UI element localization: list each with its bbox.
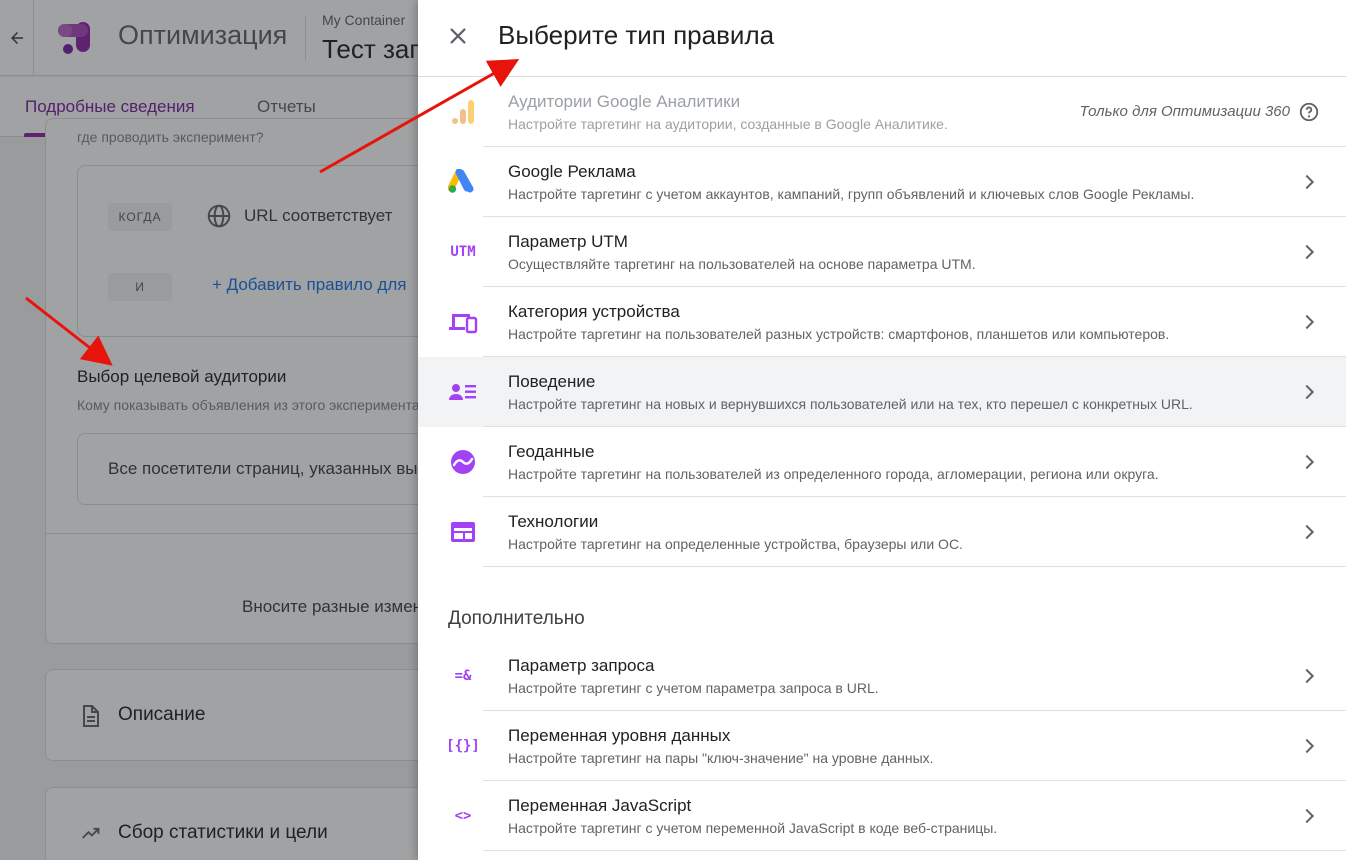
rule-option-geo[interactable]: Геоданные Настройте таргетинг на пользов…: [418, 427, 1346, 497]
rule-desc: Настройте таргетинг с учетом параметра з…: [508, 680, 879, 696]
close-button[interactable]: [442, 20, 474, 52]
chevron-right-icon: [1305, 384, 1315, 400]
rule-title: Поведение: [508, 372, 596, 391]
chevron-right-icon: [1305, 524, 1315, 540]
advanced-section-label: Дополнительно: [448, 608, 585, 629]
geo-icon: [446, 448, 480, 476]
rule-divider: [483, 566, 1346, 567]
chevron-right-icon: [1305, 454, 1315, 470]
rule-desc: Настройте таргетинг на пары "ключ-значен…: [508, 750, 934, 766]
drawer-title: Выберите тип правила: [498, 20, 775, 50]
rule-option-google-ads[interactable]: Google Реклама Настройте таргетинг с уче…: [418, 147, 1346, 217]
rule-type-drawer: Выберите тип правила Аудитории Google Ан…: [418, 0, 1346, 860]
chevron-right-icon: [1305, 244, 1315, 260]
rule-type-list: Аудитории Google Аналитики Настройте тар…: [418, 77, 1346, 567]
chevron-right-icon: [1305, 738, 1315, 754]
google-ads-icon: [446, 168, 480, 196]
behavior-icon: [446, 378, 480, 406]
rule-desc: Осуществляйте таргетинг на пользователей…: [508, 256, 976, 272]
rule-option-javascript[interactable]: <> Переменная JavaScript Настройте тарге…: [418, 781, 1346, 851]
query-param-icon: =&: [454, 668, 472, 684]
drawer-header: Выберите тип правила: [418, 0, 1346, 77]
rule-title: Параметр UTM: [508, 232, 628, 251]
rule-option-utm[interactable]: UTM Параметр UTM Осуществляйте таргетинг…: [418, 217, 1346, 287]
rule-title: Параметр запроса: [508, 656, 655, 675]
chevron-right-icon: [1305, 174, 1315, 190]
rule-title: Переменная JavaScript: [508, 796, 692, 815]
chevron-right-icon: [1305, 808, 1315, 824]
analytics-icon: [446, 98, 480, 126]
rule-title: Переменная уровня данных: [508, 726, 731, 745]
technology-icon: [446, 518, 480, 546]
rule-divider: [483, 850, 1346, 851]
rule-desc: Настройте таргетинг на пользователей из …: [508, 466, 1159, 482]
advanced-rule-list: =& Параметр запроса Настройте таргетинг …: [418, 641, 1346, 851]
help-icon[interactable]: [1298, 101, 1320, 123]
rule-desc: Настройте таргетинг на аудитории, создан…: [508, 116, 948, 132]
rule-desc: Настройте таргетинг на новых и вернувших…: [508, 396, 1193, 412]
rule-option-datalayer[interactable]: [{}] Переменная уровня данных Настройте …: [418, 711, 1346, 781]
rule-title: Аудитории Google Аналитики: [508, 92, 741, 111]
optimize-360-only-note: Только для Оптимизации 360: [1079, 103, 1290, 120]
rule-desc: Настройте таргетинг на пользователей раз…: [508, 326, 1170, 342]
rule-desc: Настройте таргетинг с учетом переменной …: [508, 820, 998, 836]
devices-icon: [446, 308, 480, 336]
rule-desc: Настройте таргетинг на определенные устр…: [508, 536, 963, 552]
chevron-right-icon: [1305, 314, 1315, 330]
rule-option-technology[interactable]: Технологии Настройте таргетинг на опреде…: [418, 497, 1346, 567]
rule-option-analytics-audiences: Аудитории Google Аналитики Настройте тар…: [418, 77, 1346, 147]
rule-option-behavior[interactable]: Поведение Настройте таргетинг на новых и…: [418, 357, 1346, 427]
javascript-icon: <>: [454, 808, 472, 824]
rule-title: Геоданные: [508, 442, 595, 461]
rule-title: Google Реклама: [508, 162, 636, 181]
rule-option-query-param[interactable]: =& Параметр запроса Настройте таргетинг …: [418, 641, 1346, 711]
rule-title: Категория устройства: [508, 302, 680, 321]
rule-option-device-category[interactable]: Категория устройства Настройте таргетинг…: [418, 287, 1346, 357]
close-icon: [450, 28, 466, 44]
chevron-right-icon: [1305, 668, 1315, 684]
utm-icon: UTM: [450, 244, 476, 260]
rule-desc: Настройте таргетинг с учетом аккаунтов, …: [508, 186, 1195, 202]
datalayer-icon: [{}]: [446, 738, 480, 754]
rule-title: Технологии: [508, 512, 599, 531]
